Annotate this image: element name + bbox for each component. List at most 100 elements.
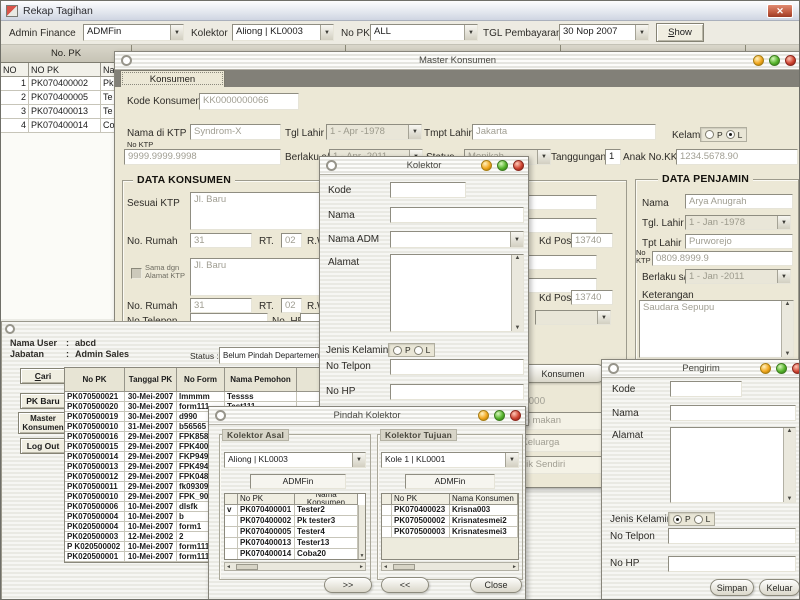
tgl-lahir-combo[interactable]: 1 - Apr -1978▼ — [326, 124, 422, 140]
no-ktp-field[interactable]: 9999.9999.9998 — [124, 149, 281, 165]
nama-field[interactable] — [670, 405, 796, 421]
keluar-button[interactable]: Keluar — [759, 579, 800, 596]
pengirim-titlebar[interactable]: Pengirim — [602, 360, 800, 378]
konsumen-button[interactable]: Konsumen — [520, 364, 606, 383]
column-header[interactable]: Nama Konsumen — [450, 494, 518, 505]
tab-konsumen[interactable]: Konsumen — [120, 70, 225, 87]
status-field[interactable]: Belum Pindah Departemen — [219, 347, 332, 364]
column-header[interactable]: Nama Konsumen — [295, 494, 358, 505]
anak-nokk-field[interactable]: 1234.5678.90 — [676, 149, 798, 165]
maximize-light-icon[interactable] — [494, 410, 505, 421]
radio-l[interactable] — [726, 130, 735, 139]
maximize-light-icon[interactable] — [769, 55, 780, 66]
alamat-textarea[interactable]: ▲▼ — [390, 254, 524, 332]
nama-field[interactable] — [390, 207, 524, 223]
table-row[interactable]: 1PK070400002Pk — [1, 77, 132, 91]
kd-pos-field[interactable]: 13740 — [571, 290, 613, 305]
penjamin-tpt-lahir-field[interactable]: Purworejo — [685, 234, 793, 249]
radio-p[interactable] — [673, 515, 682, 524]
table-row[interactable]: PK070500003Krisnatesmei3 — [382, 527, 518, 538]
table-row[interactable]: 2PK070400005Te — [1, 91, 132, 105]
chevron-down-icon[interactable]: ▼ — [597, 311, 610, 324]
scrollbar[interactable]: ◄► — [224, 562, 366, 571]
rt2-field[interactable]: 02 — [281, 298, 302, 313]
column-header[interactable]: No PK — [392, 494, 450, 505]
no-hp-field[interactable] — [668, 556, 796, 572]
close-button[interactable]: Close — [470, 577, 522, 593]
table-row[interactable]: PK070500002Krisnatesmei2 — [382, 516, 518, 527]
chevron-down-icon[interactable]: ▼ — [408, 125, 421, 139]
table-row[interactable]: PK070400005Tester4 — [225, 527, 365, 538]
minimize-light-icon[interactable] — [478, 410, 489, 421]
maximize-light-icon[interactable] — [776, 363, 787, 374]
no-rumah-field[interactable]: 31 — [190, 233, 252, 248]
tgl-pembayaran-combo[interactable]: 30 Nop 2007▼ — [559, 24, 649, 41]
scrollbar[interactable]: ▲▼ — [783, 428, 795, 502]
chevron-down-icon[interactable]: ▼ — [464, 25, 477, 40]
nama-adm-combo[interactable]: ▼ — [390, 231, 524, 248]
column-header[interactable]: Tanggal PK — [125, 368, 177, 392]
move-left-button[interactable]: << — [381, 577, 429, 593]
minimize-light-icon[interactable] — [753, 55, 764, 66]
no-telpon-field[interactable] — [668, 528, 796, 544]
no-rumah2-field[interactable]: 31 — [190, 298, 252, 313]
nama-ktp-field[interactable]: Syndrom-X — [190, 124, 281, 140]
close-light-icon[interactable] — [513, 160, 524, 171]
chevron-down-icon[interactable]: ▼ — [170, 25, 183, 40]
tanggungan-field[interactable]: 1 — [605, 149, 621, 165]
table-row[interactable]: 3PK070400013Te — [1, 105, 132, 119]
chevron-down-icon[interactable]: ▼ — [352, 453, 365, 467]
log-out-button[interactable]: Log Out — [20, 438, 66, 454]
scrollbar[interactable]: ▲▼ — [781, 301, 793, 357]
sama-dgn-checkbox[interactable] — [131, 268, 142, 279]
column-header-no-pk[interactable]: No. PK — [1, 45, 132, 63]
cari-button[interactable]: Cari — [20, 368, 66, 384]
table-row[interactable]: PK070400023Krisna003 — [382, 505, 518, 516]
chevron-down-icon[interactable]: ▼ — [777, 270, 790, 283]
scrollbar[interactable]: ▲▼ — [511, 255, 523, 331]
radio-p[interactable] — [705, 130, 714, 139]
tmpt-lahir-field[interactable]: Jakarta — [472, 124, 656, 140]
table-row[interactable]: PK070400014Coba20 — [225, 549, 365, 560]
scrollbar[interactable]: ◄► — [381, 562, 519, 571]
penjamin-nama-field[interactable]: Arya Anugrah — [685, 194, 793, 209]
column-header[interactable]: No PK — [238, 494, 295, 505]
kolektor-combo[interactable]: Aliong | KL0003▼ — [232, 24, 334, 41]
keterangan-textarea[interactable]: Saudara Sepupu ▲▼ — [639, 300, 794, 358]
chevron-down-icon[interactable]: ▼ — [510, 232, 523, 247]
alamat-textarea[interactable]: ▲▼ — [670, 427, 796, 503]
close-button[interactable]: ✕ — [767, 4, 793, 18]
penjamin-berlaku-combo[interactable]: 1 - Jan -2011▼ — [685, 269, 791, 284]
kode-field[interactable] — [670, 381, 742, 397]
pk-baru-button[interactable]: PK Baru — [20, 393, 66, 409]
chevron-down-icon[interactable]: ▼ — [537, 150, 550, 164]
admin-finance-combo[interactable]: ADMFin▼ — [83, 24, 184, 41]
chevron-down-icon[interactable]: ▼ — [505, 453, 518, 467]
penjamin-no-ktp-field[interactable]: 0809.8999.9 — [652, 251, 793, 266]
penjamin-tgl-lahir-combo[interactable]: 1 - Jan -1978▼ — [685, 215, 791, 230]
column-header[interactable]: Nama Pemohon — [225, 368, 297, 392]
kolektor-tujuan-combo[interactable]: Kole 1 | KL0001▼ — [381, 452, 519, 468]
column-header[interactable]: No PK — [65, 368, 125, 392]
minimize-light-icon[interactable] — [481, 160, 492, 171]
main-titlebar[interactable]: Rekap Tagihan ✕ — [1, 1, 800, 21]
show-button[interactable]: Show — [656, 23, 704, 42]
radio-l[interactable] — [694, 515, 703, 524]
no-pk-combo[interactable]: ALL▼ — [370, 24, 478, 41]
pindah-kolektor-titlebar[interactable]: Pindah Kolektor — [209, 407, 525, 425]
chevron-down-icon[interactable]: ▼ — [777, 216, 790, 229]
close-light-icon[interactable] — [510, 410, 521, 421]
chevron-down-icon[interactable]: ▼ — [320, 25, 333, 40]
chevron-down-icon[interactable]: ▼ — [635, 25, 648, 40]
scrollbar[interactable]: ▼ — [358, 505, 365, 559]
radio-l[interactable] — [414, 346, 423, 355]
close-light-icon[interactable] — [792, 363, 800, 374]
no-telpon-field[interactable] — [390, 359, 524, 375]
kode-field[interactable] — [390, 182, 466, 198]
column-header[interactable] — [382, 494, 392, 505]
mid-combo[interactable]: ▼ — [535, 310, 611, 325]
master-konsumen-button[interactable]: Master Konsumen — [18, 412, 68, 434]
table-row[interactable]: PK07050002130-Mei-2007lmmmmTessss — [65, 392, 348, 402]
master-konsumen-titlebar[interactable]: Master Konsumen — [115, 52, 800, 70]
kolektor-asal-combo[interactable]: Aliong | KL0003▼ — [224, 452, 366, 468]
